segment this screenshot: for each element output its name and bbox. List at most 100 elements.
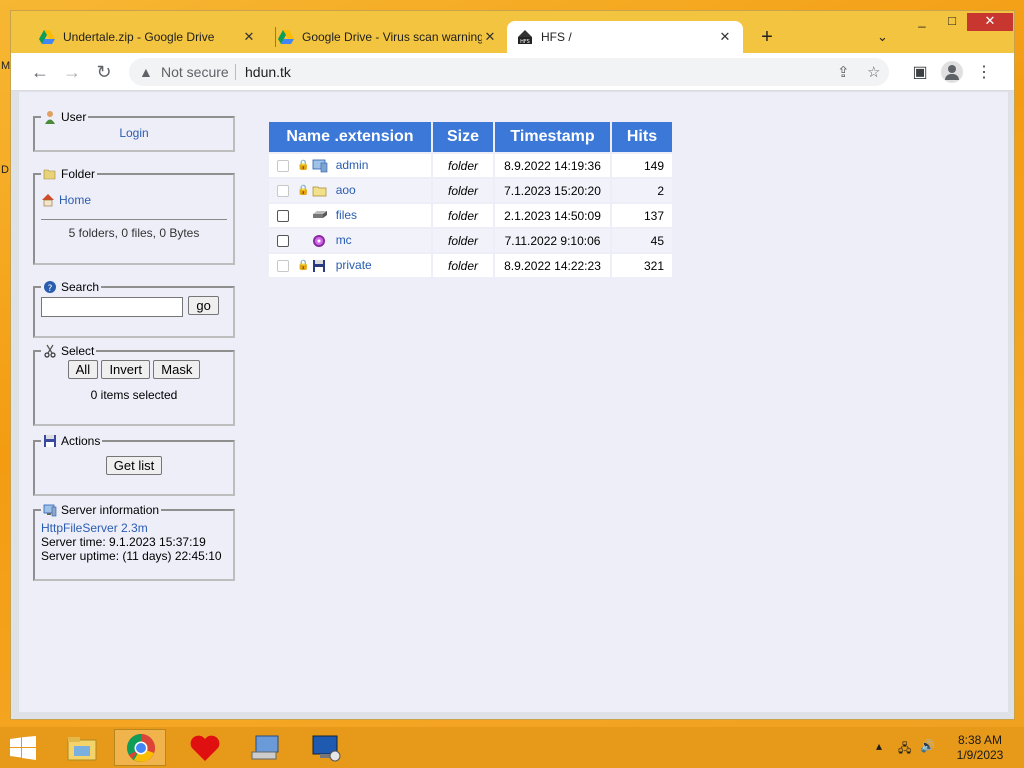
taskbar-clock[interactable]: 8:38 AM 1/9/2023 <box>944 733 1016 763</box>
size-cell: folder <box>433 229 493 252</box>
name-cell: 🔒 aoo <box>269 179 431 202</box>
get-list-button[interactable]: Get list <box>105 456 163 475</box>
menu-icon[interactable]: ⋮ <box>973 62 995 82</box>
folder-icon <box>312 186 327 197</box>
warning-icon[interactable]: ▲ <box>139 64 153 80</box>
taskbar-remote-desktop[interactable] <box>300 729 352 766</box>
size-cell: folder <box>433 179 493 202</box>
size-cell: folder <box>433 154 493 177</box>
search-legend-text: Search <box>61 280 100 294</box>
invert-selection-button[interactable]: Invert <box>101 360 150 379</box>
close-window-icon[interactable]: ✕ <box>967 13 1013 31</box>
tab-title: Undertale.zip - Google Drive <box>63 30 215 44</box>
row-checkbox[interactable] <box>277 234 289 247</box>
hits-column-header[interactable]: Hits <box>612 122 672 152</box>
name-cell: 🔒 private <box>269 254 431 277</box>
file-name-link[interactable]: files <box>336 208 357 222</box>
file-name-link[interactable]: aoo <box>336 183 356 197</box>
remote-desktop-icon <box>312 735 341 762</box>
back-icon[interactable]: ← <box>29 61 51 83</box>
timestamp-column-header[interactable]: Timestamp <box>495 122 610 152</box>
select-legend-text: Select <box>61 344 95 358</box>
search-legend: ? Search <box>41 280 101 294</box>
show-hidden-icons-icon[interactable]: ▴ <box>876 739 882 753</box>
hfs-version-link[interactable]: HttpFileServer 2.3m <box>41 521 227 535</box>
reload-icon[interactable]: ↻ <box>93 61 115 83</box>
hits-cell: 149 <box>612 154 672 177</box>
taskbar-chrome[interactable] <box>114 729 166 766</box>
hfs-icon: HFS <box>518 30 532 45</box>
mask-button[interactable]: Mask <box>153 360 201 379</box>
name-column-header[interactable]: Name .extension <box>269 122 431 152</box>
svg-text:HFS: HFS <box>520 39 530 45</box>
minimize-icon[interactable]: _ <box>907 13 937 31</box>
lock-icon: 🔒 <box>297 185 310 197</box>
size-column-header[interactable]: Size <box>433 122 493 152</box>
file-name-link[interactable]: mc <box>336 233 352 247</box>
tab-close-icon[interactable]: ✕ <box>717 29 733 45</box>
search-panel: ? Search go <box>33 280 235 338</box>
search-go-button[interactable]: go <box>188 296 219 315</box>
server-info-legend: Server information <box>41 503 161 517</box>
network-icon[interactable]: 🖧 <box>898 739 911 760</box>
taskbar-file-explorer[interactable] <box>56 729 108 766</box>
actions-legend: Actions <box>41 434 102 448</box>
security-label[interactable]: Not secure <box>161 64 229 80</box>
row-checkbox[interactable] <box>277 184 289 197</box>
row-checkbox[interactable] <box>277 159 289 172</box>
bookmark-star-icon[interactable]: ☆ <box>867 63 880 81</box>
tab-close-icon[interactable]: ✕ <box>241 29 257 45</box>
home-link-row[interactable]: Home <box>41 193 227 207</box>
volume-icon[interactable]: 🔊 <box>920 739 935 753</box>
user-legend-text: User <box>61 110 87 124</box>
taskbar-settings-app[interactable] <box>240 729 292 766</box>
timestamp-cell: 2.1.2023 14:50:09 <box>495 204 610 227</box>
tab-virus-scan[interactable]: Google Drive - Virus scan warning ✕ <box>268 21 508 53</box>
address-divider <box>235 64 236 80</box>
tab-hfs[interactable]: HFS HFS / ✕ <box>507 21 743 53</box>
tab-close-icon[interactable]: ✕ <box>482 29 498 45</box>
tab-search-chevron-icon[interactable]: ⌄ <box>877 29 888 45</box>
search-input[interactable] <box>41 296 183 317</box>
profile-avatar-icon[interactable] <box>941 61 963 83</box>
browser-toolbar: ← → ↻ ▲ Not secure hdun.tk ⇪ ☆ ▣ ⋮ <box>11 53 1014 91</box>
file-explorer-icon <box>67 737 97 761</box>
row-checkbox[interactable] <box>277 209 289 222</box>
taskbar-heart-app[interactable] <box>180 729 232 766</box>
home-link[interactable]: Home <box>59 193 91 207</box>
maximize-icon[interactable]: □ <box>937 13 967 31</box>
address-bar[interactable]: ▲ Not secure hdun.tk ⇪ ☆ <box>129 58 889 86</box>
share-icon[interactable]: ⇪ <box>837 63 850 81</box>
table-row: mc folder 7.11.2022 9:10:06 45 <box>269 229 672 252</box>
select-all-button[interactable]: All <box>67 360 99 379</box>
hits-cell: 137 <box>612 204 672 227</box>
clock-date: 1/9/2023 <box>956 748 1004 762</box>
desktop-edge-text: D <box>1 164 9 176</box>
file-list-header: Name .extension Size Timestamp Hits <box>269 122 672 152</box>
lock-icon: 🔒 <box>297 260 310 272</box>
url-text[interactable]: hdun.tk <box>245 64 291 80</box>
select-panel: Select All Invert Mask 0 items selected <box>33 344 235 426</box>
table-row: 🔒 admin folder 8.9.2022 14:19:36 149 <box>269 154 672 177</box>
tab-undertale[interactable]: Undertale.zip - Google Drive ✕ <box>29 21 267 53</box>
file-name-link[interactable]: admin <box>336 158 369 172</box>
windows-start-icon[interactable] <box>10 736 36 760</box>
forward-icon[interactable]: → <box>61 61 83 83</box>
page-content: User Login Folder Home 5 folders, 0 file… <box>19 92 1008 712</box>
disc-icon <box>313 234 326 247</box>
user-icon <box>45 111 55 124</box>
file-list-table: Name .extension Size Timestamp Hits 🔒 ad… <box>267 120 674 279</box>
lock-icon: 🔒 <box>297 160 310 172</box>
row-checkbox[interactable] <box>277 259 289 272</box>
new-tab-icon[interactable]: + <box>757 27 777 47</box>
hits-cell: 321 <box>612 254 672 277</box>
side-panel-icon[interactable]: ▣ <box>909 62 931 82</box>
login-link[interactable]: Login <box>119 126 148 140</box>
name-cell: 🔒 admin <box>269 154 431 177</box>
floppy-icon <box>313 259 326 272</box>
table-row: 🔒 aoo folder 7.1.2023 15:20:20 2 <box>269 179 672 202</box>
browser-window: Undertale.zip - Google Drive ✕ Google Dr… <box>10 10 1015 720</box>
folder-legend: Folder <box>41 167 97 181</box>
file-name-link[interactable]: private <box>336 258 372 272</box>
actions-panel: Actions Get list <box>33 434 235 496</box>
